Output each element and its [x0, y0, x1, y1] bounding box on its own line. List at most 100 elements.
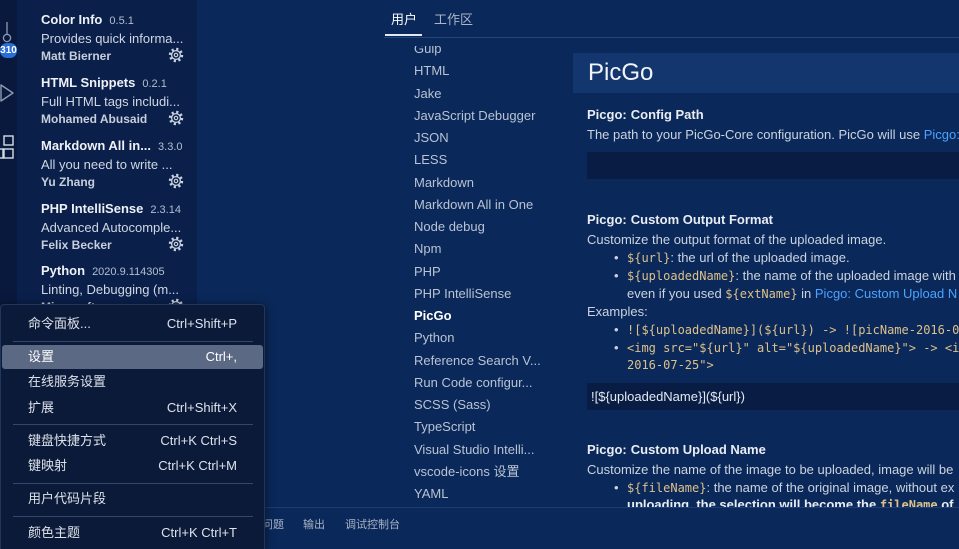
extension-version: 2020.9.114305 — [92, 266, 165, 278]
menu-item-shortcut: Ctrl+, — [205, 349, 237, 364]
menu-item-label: 用户代码片段 — [28, 491, 107, 506]
menu-item-keyboard-shortcuts[interactable]: 键盘快捷方式 Ctrl+K Ctrl+S — [2, 429, 263, 453]
bullet-text: : the name of the uploaded image with — [735, 268, 956, 283]
gear-icon[interactable] — [168, 236, 184, 252]
gear-icon[interactable] — [168, 110, 184, 126]
toc-item-npm[interactable]: Npm — [385, 238, 573, 260]
toc-item-vscode-icons[interactable]: vscode-icons 设置 — [385, 461, 573, 483]
setting-category: Picgo: — [587, 442, 627, 457]
extension-name: HTML Snippets — [41, 75, 136, 90]
menu-item-command-palette[interactable]: 命令面板... Ctrl+Shift+P — [2, 312, 263, 336]
tab-user-settings[interactable]: 用户 — [391, 11, 417, 29]
toc-item-less[interactable]: LESS — [385, 149, 573, 171]
toc-item-html[interactable]: HTML — [385, 60, 573, 82]
toc-item-scss[interactable]: SCSS (Sass) — [385, 394, 573, 416]
toc-item-reference-search[interactable]: Reference Search V... — [385, 350, 573, 372]
menu-item-user-snippets[interactable]: 用户代码片段 — [2, 487, 263, 511]
setting-title-custom-upload-name: Picgo: Custom Upload Name — [587, 441, 766, 459]
extension-author: Mohamed Abusaid — [41, 112, 148, 126]
bullet-marker: • — [614, 480, 619, 495]
extension-version: 2.3.14 — [150, 204, 181, 216]
setting-description: Customize the name of the image to be up… — [587, 462, 954, 477]
custom-output-format-input[interactable] — [587, 383, 959, 410]
inline-code: fileName — [879, 498, 938, 507]
menu-item-label: 颜色主题 — [28, 525, 81, 540]
panel-tab-output[interactable]: 输出 — [303, 517, 325, 533]
menu-separator — [13, 424, 253, 425]
setting-title-config-path: Picgo: Config Path — [587, 106, 704, 124]
toc-item-picgo[interactable]: PicGo — [385, 305, 573, 327]
extension-name: Color Info — [41, 12, 103, 27]
toc-item-typescript[interactable]: TypeScript — [385, 416, 573, 438]
section-title: PicGo — [588, 59, 654, 86]
bullet-text: even if you used — [627, 286, 726, 301]
extension-title-row: Markdown All in... 3.3.0 — [41, 137, 183, 156]
menu-item-shortcut: Ctrl+Shift+P — [166, 316, 237, 331]
extension-version: 0.2.1 — [142, 78, 167, 90]
toc-item-markdown[interactable]: Markdown — [385, 172, 573, 194]
panel-tab-problems[interactable]: 问题 — [262, 517, 284, 533]
extension-author: Matt Bierner — [41, 49, 112, 63]
extension-item-html-snippets[interactable]: HTML Snippets 0.2.1 Full HTML tags includ… — [17, 67, 197, 130]
toc-item-node-debug[interactable]: Node debug — [385, 216, 573, 238]
toc-item-visual-studio-intellicode[interactable]: Visual Studio Intelli... — [385, 439, 573, 461]
setting-category: Picgo: — [587, 212, 627, 227]
extension-name: Markdown All in... — [41, 138, 152, 153]
menu-item-color-theme[interactable]: 颜色主题 Ctrl+K Ctrl+T — [2, 521, 263, 545]
bullet-text: of — [937, 497, 954, 507]
panel-tab-debug-console[interactable]: 调试控制台 — [345, 517, 400, 533]
toc-item-run-code[interactable]: Run Code configur... — [385, 372, 573, 394]
toc-item-jake[interactable]: Jake — [385, 83, 573, 105]
extension-item-php-intellisense[interactable]: PHP IntelliSense 2.3.14 Advanced Autocomp… — [17, 193, 197, 256]
menu-separator — [13, 341, 253, 342]
description-text: The path to your PicGo-Core configuratio… — [587, 127, 924, 142]
config-path-input[interactable] — [587, 152, 959, 179]
menu-item-keymaps[interactable]: 键映射 Ctrl+K Ctrl+M — [2, 454, 263, 478]
extension-description: Full HTML tags includi... — [41, 94, 180, 109]
source-control-icon[interactable] — [0, 22, 16, 44]
toc-item-php[interactable]: PHP — [385, 261, 573, 283]
extension-name: PHP IntelliSense — [41, 201, 144, 216]
menu-item-settings[interactable]: 设置 Ctrl+, — [2, 345, 263, 369]
tab-workspace-settings[interactable]: 工作区 — [434, 11, 473, 29]
menu-item-label: 扩展 — [28, 400, 55, 415]
active-tab-indicator — [385, 34, 422, 36]
run-debug-icon[interactable] — [0, 84, 16, 102]
menu-item-extensions[interactable]: 扩展 Ctrl+Shift+X — [2, 396, 263, 420]
inline-code: <img src="${url}" alt="${uploadedName}">… — [627, 341, 959, 355]
toc-item-json[interactable]: JSON — [385, 127, 573, 149]
menu-item-label: 键映射 — [28, 458, 68, 473]
description-bullet-continued: uploading, the selection will become the… — [627, 496, 954, 507]
bottom-panel: 问题 输出 调试控制台 — [197, 507, 959, 549]
extension-item-markdown-all-in-one[interactable]: Markdown All in... 3.3.0 All you need to … — [17, 130, 197, 193]
extension-description: Provides quick informa... — [41, 31, 184, 46]
extensions-icon[interactable] — [0, 134, 16, 162]
settings-toc: Gulp HTML Jake JavaScript Debugger JSON … — [385, 46, 573, 507]
setting-link[interactable]: Picgo: Custom Upload N — [815, 286, 957, 301]
toc-item-javascript-debugger[interactable]: JavaScript Debugger — [385, 105, 573, 127]
examples-label: Examples: — [587, 304, 648, 319]
toc-item-python[interactable]: Python — [385, 327, 573, 349]
inline-code: 2016-07-25"> — [627, 358, 714, 372]
manage-context-menu: 命令面板... Ctrl+Shift+P 设置 Ctrl+, 在线服务设置 扩展 Ct… — [0, 304, 265, 549]
settings-content: PicGo Picgo: Config Path The path to your… — [573, 38, 959, 507]
toc-item-yaml[interactable]: YAML — [385, 483, 573, 505]
gear-icon[interactable] — [168, 47, 184, 63]
inline-code: ${uploadedName} — [627, 269, 736, 283]
bullet-text: in — [797, 286, 815, 301]
extension-item-color-info[interactable]: Color Info 0.5.1 Provides quick informa..… — [17, 4, 197, 67]
inline-code: ![${uploadedName}](${url}) -> ![picName-… — [627, 323, 959, 337]
toc-item-php-intellisense[interactable]: PHP IntelliSense — [385, 283, 573, 305]
bullet-text: : the name of the original image, withou… — [706, 480, 955, 495]
extension-description: All you need to write ... — [41, 157, 173, 172]
toc-item-markdown-all-in-one[interactable]: Markdown All in One — [385, 194, 573, 216]
setting-link[interactable]: Picgo: — [924, 127, 959, 142]
setting-title-custom-output-format: Picgo: Custom Output Format — [587, 211, 773, 229]
gear-icon[interactable] — [168, 173, 184, 189]
menu-item-online-services-settings[interactable]: 在线服务设置 — [2, 370, 263, 394]
inline-code: ${url} — [627, 251, 671, 265]
extension-author: Yu Zhang — [41, 175, 95, 189]
toc-item-gulp[interactable]: Gulp — [385, 46, 573, 60]
bullet-marker: • — [614, 322, 619, 337]
menu-item-label: 在线服务设置 — [28, 374, 107, 389]
